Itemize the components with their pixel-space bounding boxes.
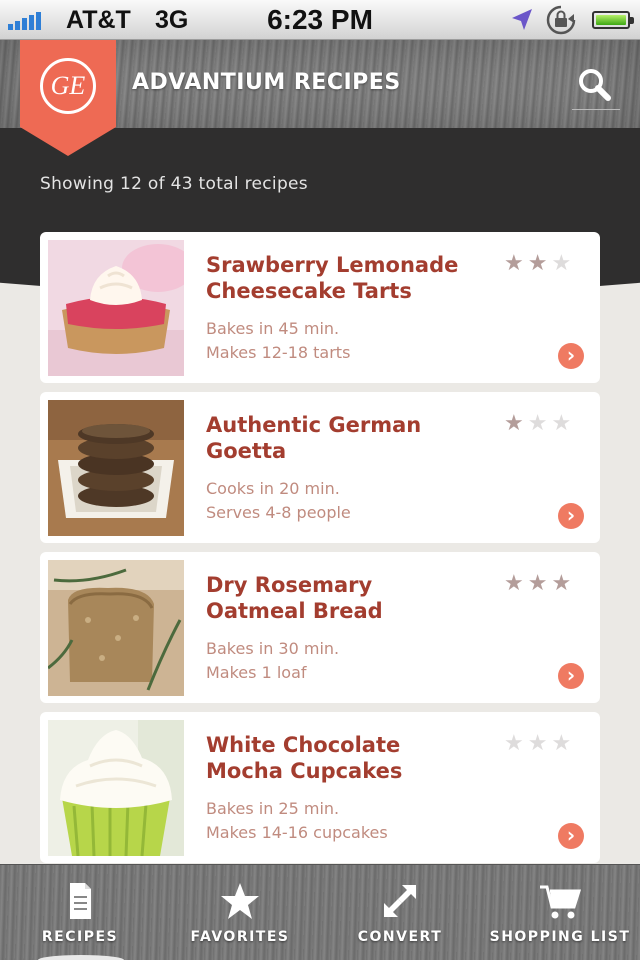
status-bar: AT&T 3G 6:23 PM bbox=[0, 0, 640, 40]
recipe-photo[interactable] bbox=[48, 560, 184, 696]
recipe-meta: Bakes in 25 min. Makes 14-16 cupcakes bbox=[206, 797, 388, 845]
open-recipe-button[interactable]: › bbox=[558, 503, 584, 529]
recipe-list[interactable]: Srawberry Lemonade Cheesecake Tarts Bake… bbox=[40, 232, 600, 872]
app-title: ADVANTIUM RECIPES bbox=[132, 70, 401, 95]
status-time: 6:23 PM bbox=[267, 4, 373, 35]
recipe-photo[interactable] bbox=[48, 240, 184, 376]
tab-favorites[interactable]: FAVORITES bbox=[160, 865, 320, 960]
star-empty-icon[interactable]: ★ bbox=[528, 733, 548, 755]
star-filled-icon[interactable]: ★ bbox=[551, 573, 571, 595]
recipe-photo[interactable] bbox=[48, 720, 184, 856]
star-filled-icon[interactable]: ★ bbox=[504, 413, 524, 435]
recipe-title[interactable]: Authentic German Goetta bbox=[206, 412, 486, 464]
rating-stars[interactable]: ★ ★ ★ bbox=[504, 413, 571, 435]
recipe-yield: Makes 12-18 tarts bbox=[206, 343, 351, 362]
tab-recipes[interactable]: RECIPES bbox=[0, 865, 160, 960]
recipe-title[interactable]: Dry Rosemary Oatmeal Bread bbox=[206, 572, 486, 624]
star-filled-icon[interactable]: ★ bbox=[504, 573, 524, 595]
recipe-time: Bakes in 30 min. bbox=[206, 639, 340, 658]
star-empty-icon[interactable]: ★ bbox=[551, 253, 571, 275]
recipe-card[interactable]: Authentic German Goetta Cooks in 20 min.… bbox=[40, 392, 600, 543]
recipe-title[interactable]: Srawberry Lemonade Cheesecake Tarts bbox=[206, 252, 486, 304]
ge-logo: GE bbox=[40, 58, 96, 114]
document-icon bbox=[70, 883, 91, 919]
star-empty-icon[interactable]: ★ bbox=[528, 413, 548, 435]
star-empty-icon[interactable]: ★ bbox=[551, 413, 571, 435]
recipe-card[interactable]: Srawberry Lemonade Cheesecake Tarts Bake… bbox=[40, 232, 600, 383]
recipe-meta: Cooks in 20 min. Serves 4-8 people bbox=[206, 477, 351, 525]
recipe-photo[interactable] bbox=[48, 400, 184, 536]
recipe-time: Bakes in 45 min. bbox=[206, 319, 340, 338]
results-summary: Showing 12 of 43 total recipes bbox=[40, 174, 308, 194]
star-filled-icon[interactable]: ★ bbox=[504, 253, 524, 275]
recipe-meta: Bakes in 30 min. Makes 1 loaf bbox=[206, 637, 339, 685]
star-icon bbox=[221, 883, 259, 919]
recipe-card[interactable]: Dry Rosemary Oatmeal Bread Bakes in 30 m… bbox=[40, 552, 600, 703]
rotation-lock-icon bbox=[546, 5, 576, 35]
recipe-yield: Serves 4-8 people bbox=[206, 503, 351, 522]
tab-label: RECIPES bbox=[41, 929, 119, 945]
open-recipe-button[interactable]: › bbox=[558, 663, 584, 689]
search-icon bbox=[579, 69, 611, 101]
recipe-time: Bakes in 25 min. bbox=[206, 799, 340, 818]
tab-label: SHOPPING LIST bbox=[489, 929, 631, 945]
battery-icon bbox=[592, 11, 634, 29]
recipe-card[interactable]: White Chocolate Mocha Cupcakes Bakes in … bbox=[40, 712, 600, 863]
rating-stars[interactable]: ★ ★ ★ bbox=[504, 253, 571, 275]
tab-convert[interactable]: CONVERT bbox=[320, 865, 480, 960]
cart-icon bbox=[540, 885, 582, 919]
location-arrow-icon bbox=[512, 9, 532, 30]
recipe-meta: Bakes in 45 min. Makes 12-18 tarts bbox=[206, 317, 350, 365]
rating-stars[interactable]: ★ ★ ★ bbox=[504, 573, 571, 595]
convert-arrows-icon bbox=[384, 885, 416, 917]
recipe-yield: Makes 1 loaf bbox=[206, 663, 307, 682]
open-recipe-button[interactable]: › bbox=[558, 823, 584, 849]
tab-label: CONVERT bbox=[357, 929, 443, 945]
star-empty-icon[interactable]: ★ bbox=[551, 733, 571, 755]
recipe-time: Cooks in 20 min. bbox=[206, 479, 340, 498]
star-empty-icon[interactable]: ★ bbox=[504, 733, 524, 755]
recipe-title[interactable]: White Chocolate Mocha Cupcakes bbox=[206, 732, 486, 784]
app-header: GE ADVANTIUM RECIPES bbox=[0, 40, 640, 156]
recipe-yield: Makes 14-16 cupcakes bbox=[206, 823, 388, 842]
rating-stars[interactable]: ★ ★ ★ bbox=[504, 733, 571, 755]
search-button[interactable] bbox=[572, 62, 620, 110]
tab-shopping-list[interactable]: SHOPPING LIST bbox=[480, 865, 640, 960]
tab-bar: RECIPES FAVORITES CONVERT SHOPPING LIST bbox=[0, 864, 640, 960]
open-recipe-button[interactable]: › bbox=[558, 343, 584, 369]
star-filled-icon[interactable]: ★ bbox=[528, 573, 548, 595]
star-filled-icon[interactable]: ★ bbox=[528, 253, 548, 275]
tab-label: FAVORITES bbox=[190, 929, 290, 945]
